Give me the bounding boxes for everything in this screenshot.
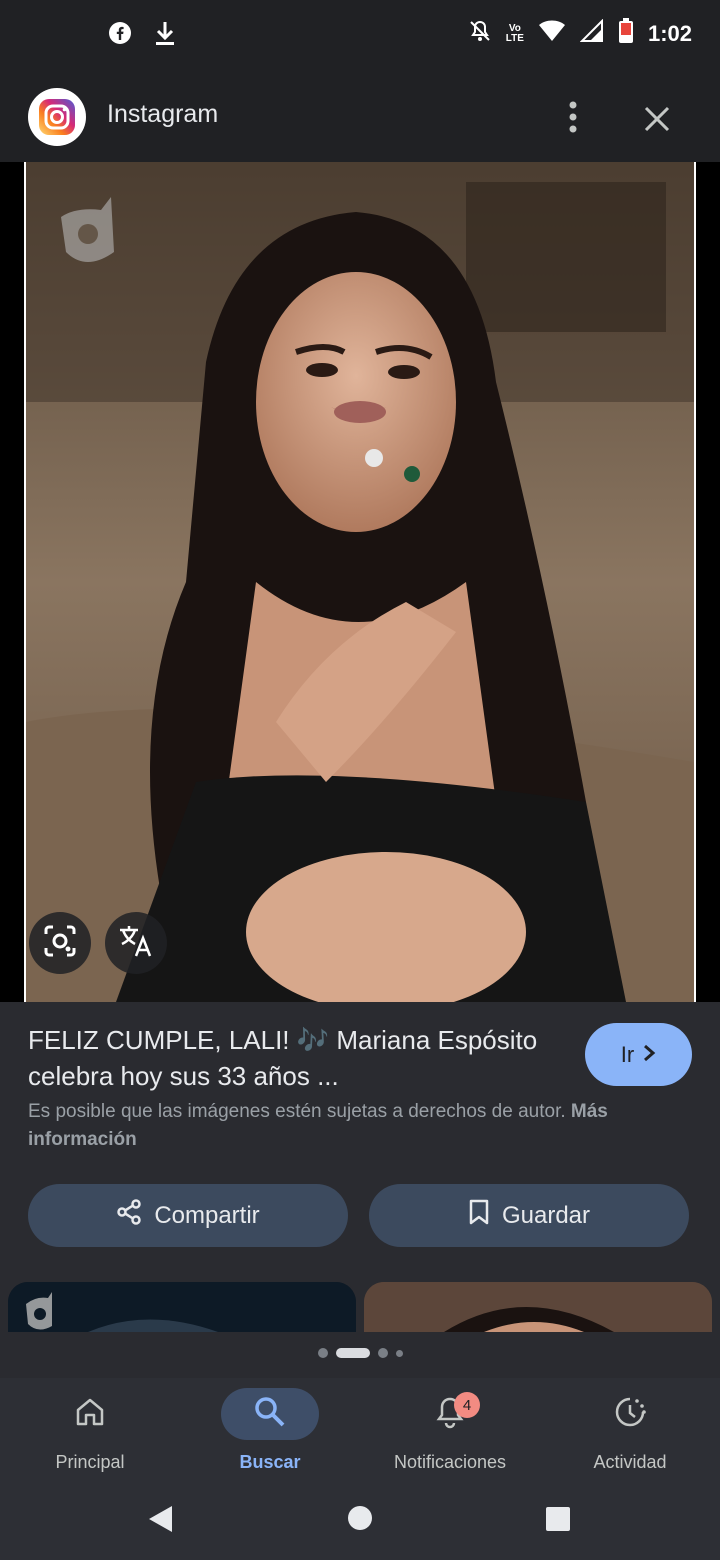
share-label: Compartir [154,1201,260,1229]
notifications-off-icon [468,19,492,48]
copyright-text: Es posible que las imágenes estén sujeta… [28,1101,566,1122]
related-thumbnail-1[interactable] [8,1282,356,1332]
recents-button[interactable] [545,1506,571,1537]
system-navigation-bar [0,1488,720,1560]
status-time: 1:02 [647,20,692,46]
translate-button[interactable] [105,912,167,974]
home-button[interactable] [347,1505,373,1536]
image-preview [0,162,720,1002]
carousel-dot[interactable] [317,1348,328,1358]
lens-button[interactable] [29,912,91,974]
status-bar: Vo LTE 1:02 [0,0,720,72]
related-thumbnail-2[interactable] [364,1282,712,1332]
result-title[interactable]: FELIZ CUMPLE, LALI! 🎶 Mariana Espósito c… [28,1022,568,1094]
save-button[interactable]: Guardar [369,1184,689,1247]
volte-icon: Vo LTE [505,22,524,44]
chevron-right-icon [642,1042,656,1068]
activity-icon [613,1395,647,1434]
save-label: Guardar [501,1201,591,1229]
back-button[interactable] [146,1504,174,1539]
share-icon [116,1199,142,1232]
facebook-icon [108,21,132,50]
wifi-icon [538,20,566,47]
more-options-button[interactable] [556,98,590,138]
carousel-indicator [0,1348,720,1358]
close-icon [638,106,676,142]
copyright-notice: Es posible que las imágenes estén sujeta… [28,1098,692,1154]
close-button[interactable] [638,100,676,138]
bookmark-icon [468,1199,490,1232]
result-details-panel: FELIZ CUMPLE, LALI! 🎶 Mariana Espósito c… [0,1002,720,1378]
carousel-dot[interactable] [377,1348,388,1358]
nav-notificaciones[interactable]: 4 Notificaciones [360,1388,540,1480]
bottom-navigation: Principal Buscar 4 Notificaciones Activi… [0,1378,720,1488]
carousel-dot[interactable] [395,1349,403,1357]
share-button[interactable]: Compartir [28,1184,348,1247]
visit-label: Ir [620,1041,635,1067]
source-title: Instagram [107,100,219,128]
translate-icon [118,924,154,963]
nav-label: Buscar [239,1452,301,1472]
instagram-logo-icon [28,88,86,146]
home-icon [74,1396,106,1433]
nav-label: Principal [55,1452,125,1472]
nav-actividad[interactable]: Actividad [540,1388,720,1480]
download-icon [154,20,176,51]
nav-label: Notificaciones [393,1452,507,1472]
result-photo[interactable] [24,162,696,1002]
search-icon [253,1395,287,1434]
carousel-dot-active[interactable] [335,1348,370,1358]
notification-badge: 4 [454,1392,480,1418]
nav-buscar[interactable]: Buscar [180,1388,360,1480]
app-header: Instagram [0,72,720,162]
battery-icon [618,18,634,49]
signal-icon [579,18,604,48]
lens-icon [43,924,77,963]
nav-label: Actividad [593,1452,667,1472]
visit-button[interactable]: Ir [585,1023,692,1086]
nav-principal[interactable]: Principal [0,1388,180,1480]
more-icon [556,101,590,142]
